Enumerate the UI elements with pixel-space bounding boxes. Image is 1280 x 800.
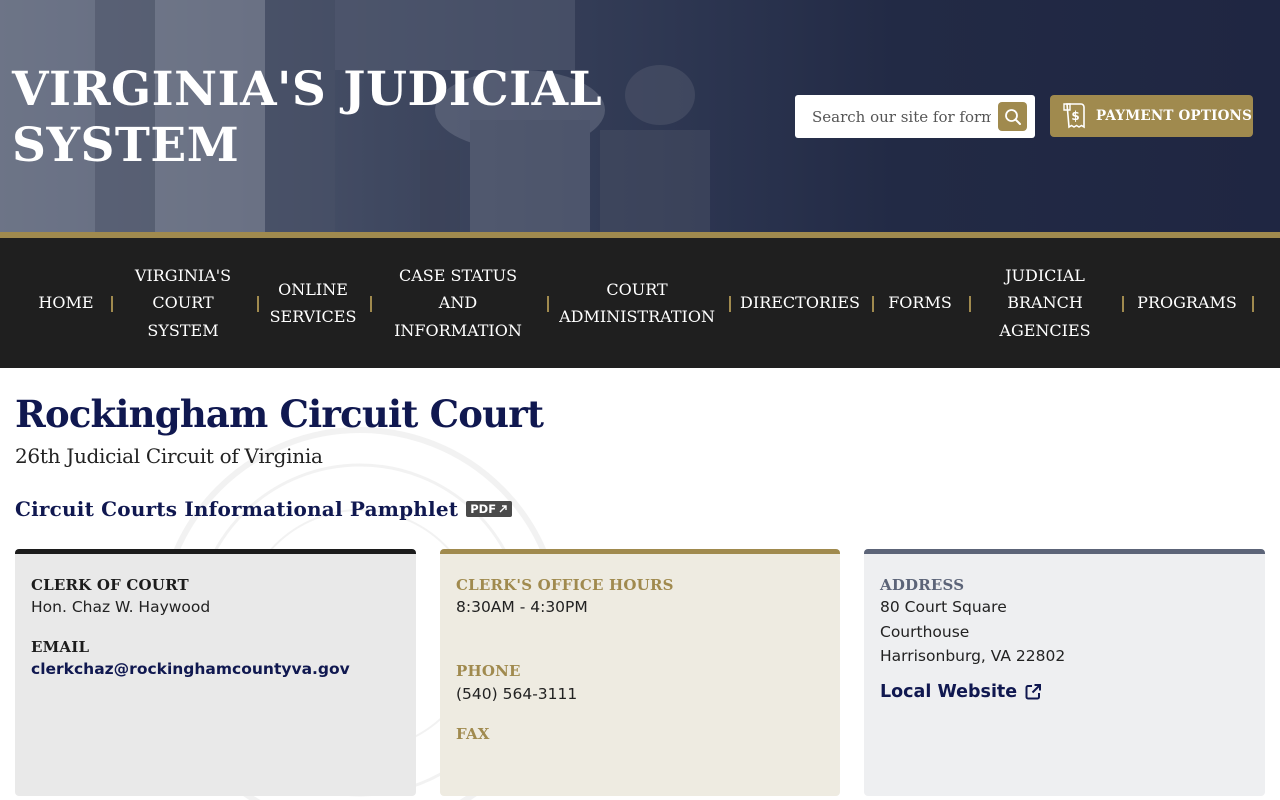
pamphlet-row: Circuit Courts Informational Pamphlet PD… xyxy=(15,497,513,521)
nav-item-court-administration[interactable]: COURT ADMINISTRATION xyxy=(559,238,715,368)
external-arrow-icon xyxy=(499,505,507,513)
nav-separator xyxy=(547,296,549,312)
address-line-2: Courthouse xyxy=(880,623,970,641)
nav-label: JUDICIAL xyxy=(1005,265,1085,285)
payment-options-label: PAYMENT OPTIONS xyxy=(1096,108,1253,124)
phone-value: (540) 564-3111 xyxy=(456,685,578,703)
page-title: Rockingham Circuit Court xyxy=(15,392,544,436)
svg-text:$: $ xyxy=(1071,109,1079,123)
nav-item-forms[interactable]: FORMS xyxy=(886,238,954,368)
pdf-badge-label: PDF xyxy=(470,502,497,516)
nav-label: VIRGINIA'S xyxy=(134,265,232,285)
clerk-card: CLERK OF COURT Hon. Chaz W. Haywood EMAI… xyxy=(15,549,416,796)
nav-label: PROGRAMS xyxy=(1137,293,1237,313)
office-hours-label: CLERK'S OFFICE HOURS xyxy=(456,576,674,594)
clerk-of-court-label: CLERK OF COURT xyxy=(31,576,189,594)
nav-label: COURT xyxy=(606,279,668,299)
email-link[interactable]: clerkchaz@rockinghamcountyva.gov xyxy=(31,660,350,678)
nav-label: COURT xyxy=(152,293,214,313)
nav-separator xyxy=(257,296,259,312)
search-input[interactable] xyxy=(795,95,991,138)
office-hours-card: CLERK'S OFFICE HOURS 8:30AM - 4:30PM PHO… xyxy=(440,549,840,796)
address-label: ADDRESS xyxy=(880,576,965,594)
search-icon xyxy=(1004,108,1021,125)
address-line-1: 80 Court Square xyxy=(880,598,1007,616)
nav-label: FORMS xyxy=(888,293,952,313)
nav-label: SERVICES xyxy=(269,307,357,326)
nav-label: DIRECTORIES xyxy=(740,293,860,313)
nav-separator xyxy=(370,296,372,312)
nav-item-online-services[interactable]: ONLINE SERVICES xyxy=(268,238,358,368)
external-link-icon xyxy=(1025,684,1042,700)
address-card: ADDRESS 80 Court Square Courthouse Harri… xyxy=(864,549,1265,796)
nav-item-directories[interactable]: DIRECTORIES xyxy=(740,238,860,368)
nav-label: ONLINE xyxy=(278,279,348,299)
pdf-badge[interactable]: PDF xyxy=(466,501,513,517)
nav-item-virginias-court-system[interactable]: VIRGINIA'S COURT SYSTEM xyxy=(128,238,238,368)
clerk-name: Hon. Chaz W. Haywood xyxy=(31,598,211,616)
page-subtitle: 26th Judicial Circuit of Virginia xyxy=(15,444,323,468)
site-title[interactable]: VIRGINIA'S JUDICIAL SYSTEM xyxy=(12,62,612,174)
nav-separator xyxy=(111,296,113,312)
search-button[interactable] xyxy=(998,102,1027,131)
nav-label: ADMINISTRATION xyxy=(559,307,715,326)
nav-item-home[interactable]: HOME xyxy=(30,238,102,368)
nav-label: BRANCH xyxy=(1007,293,1083,313)
payment-options-button[interactable]: $ PAYMENT OPTIONS xyxy=(1050,95,1253,137)
office-hours-value: 8:30AM - 4:30PM xyxy=(456,598,588,616)
nav-label: SYSTEM xyxy=(147,320,219,340)
nav-item-case-status[interactable]: CASE STATUS AND INFORMATION xyxy=(390,238,526,368)
address-line-3: Harrisonburg, VA 22802 xyxy=(880,647,1066,665)
nav-label: INFORMATION xyxy=(394,320,522,340)
nav-label: CASE STATUS xyxy=(398,265,518,285)
site-header: VIRGINIA'S JUDICIAL SYSTEM $ PAYMENT OPT… xyxy=(0,0,1280,232)
nav-separator xyxy=(872,296,874,312)
nav-separator xyxy=(729,296,731,312)
nav-item-judicial-branch-agencies[interactable]: JUDICIAL BRANCH AGENCIES xyxy=(996,238,1094,368)
nav-label: AGENCIES xyxy=(999,320,1091,340)
pamphlet-link[interactable]: Circuit Courts Informational Pamphlet xyxy=(15,497,458,521)
main-nav: HOME VIRGINIA'S COURT SYSTEM ONLINE SERV… xyxy=(0,238,1280,368)
nav-label: HOME xyxy=(38,293,94,313)
payment-receipt-icon: $ xyxy=(1063,103,1085,129)
local-website-link[interactable]: Local Website xyxy=(880,682,1042,702)
nav-separator xyxy=(969,296,971,312)
nav-label: AND xyxy=(438,293,478,313)
fax-label: FAX xyxy=(456,725,490,743)
email-label: EMAIL xyxy=(31,638,90,656)
nav-item-programs[interactable]: PROGRAMS xyxy=(1136,238,1238,368)
phone-label: PHONE xyxy=(456,662,521,680)
nav-separator xyxy=(1252,296,1254,312)
local-website-label: Local Website xyxy=(880,682,1018,702)
nav-separator xyxy=(1122,296,1124,312)
